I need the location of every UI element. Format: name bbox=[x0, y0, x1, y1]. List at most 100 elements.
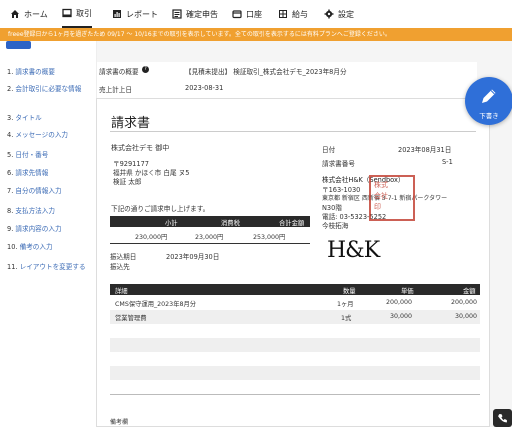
summary-header-total: 合計金額 bbox=[279, 220, 305, 227]
item-qty: 1式 bbox=[341, 315, 352, 322]
items-header-detail: 詳細 bbox=[115, 288, 128, 295]
items-header-qty: 数量 bbox=[343, 288, 356, 295]
sidebar-item-11[interactable]: 11. レイアウトを変更する bbox=[7, 262, 91, 272]
phone-support-button[interactable] bbox=[493, 409, 512, 427]
nav-accounts[interactable]: 口座 bbox=[232, 0, 262, 28]
sidebar-item-label: 請求先情報 bbox=[15, 169, 49, 177]
notes-label: 備考欄 bbox=[110, 419, 129, 426]
sidebar-item-number: 1. bbox=[7, 68, 14, 76]
tax-return-icon bbox=[172, 9, 182, 19]
items-header-price: 単価 bbox=[401, 288, 414, 295]
plan-warning-banner: freee登録日から1ヶ月を過ぎたため 09/17 〜 10/16までの取引を表… bbox=[0, 28, 512, 41]
items-header: 詳細 数量 単価 金額 bbox=[110, 284, 480, 295]
summary-values-row: 230,000円 23,000円 253,000円 bbox=[110, 229, 310, 244]
sidebar-item-label: 会計取引に必要な情報 bbox=[15, 85, 82, 93]
sidebar-item-number: 2. bbox=[7, 85, 14, 93]
plan-warning-text: freee登録日から1ヶ月を過ぎたため 09/17 〜 10/16までの取引を表… bbox=[8, 31, 391, 38]
date-label: 日付 bbox=[322, 146, 336, 154]
overview-value: 【見積未提出】 検証取引_株式会社デモ_2023年8月分 bbox=[185, 68, 347, 76]
sidebar-item-number: 6. bbox=[7, 169, 14, 177]
sidebar-item-9[interactable]: 9. 請求内容の入力 bbox=[7, 224, 91, 234]
client-name[interactable]: 株式会社デモ 御中 bbox=[111, 143, 169, 153]
nav-transactions[interactable]: 取引 bbox=[62, 0, 92, 28]
due-date-value[interactable]: 2023年09月30日 bbox=[166, 251, 219, 261]
empty-table-row[interactable] bbox=[110, 338, 480, 352]
sidebar-item-8[interactable]: 8. 支払方法入力 bbox=[7, 206, 91, 216]
sidebar-item-label: 請求内容の入力 bbox=[15, 225, 62, 233]
sidebar-item-number: 3. bbox=[7, 114, 14, 122]
draft-save-button[interactable]: 下書き bbox=[465, 77, 512, 125]
sidebar-item-label: 日付・番号 bbox=[15, 151, 49, 159]
item-amount: 200,000 bbox=[451, 299, 478, 306]
bank-label: 振込先 bbox=[110, 263, 130, 271]
summary-total-value: 253,000円 bbox=[253, 234, 286, 241]
table-row[interactable]: CMS保守運用_2023年8月分 1ヶ月 200,000 200,000 bbox=[110, 296, 480, 310]
nav-payroll[interactable]: 給与 bbox=[278, 0, 308, 28]
date-value[interactable]: 2023年08月31日 bbox=[398, 144, 451, 154]
item-detail: CMS保守運用_2023年8月分 bbox=[115, 301, 197, 308]
empty-table-row[interactable] bbox=[110, 352, 480, 366]
nav-transactions-label: 取引 bbox=[76, 8, 92, 18]
item-amount: 30,000 bbox=[455, 313, 478, 320]
sidebar-item-10[interactable]: 10. 備考の入力 bbox=[7, 242, 91, 252]
empty-table-row[interactable] bbox=[110, 324, 480, 338]
empty-table-row[interactable] bbox=[110, 380, 480, 395]
sidebar-item-number: 8. bbox=[7, 207, 14, 215]
report-icon bbox=[113, 10, 121, 18]
title-divider bbox=[110, 131, 476, 132]
phone-icon bbox=[498, 414, 507, 423]
nav-home[interactable]: ホーム bbox=[10, 0, 48, 28]
invoice-title[interactable]: 請求書 bbox=[111, 112, 150, 131]
client-contact: 検証 太郎 bbox=[113, 178, 142, 186]
summary-header-tax: 消費税 bbox=[221, 220, 240, 227]
sidebar-item-2[interactable]: 2. 会計取引に必要な情報 bbox=[7, 84, 91, 94]
item-detail: 営業管理費 bbox=[115, 315, 147, 322]
nav-tax-return[interactable]: 確定申告 bbox=[172, 0, 218, 28]
wallet-icon bbox=[232, 10, 242, 19]
summary-header: 小計 消費税 合計金額 bbox=[110, 216, 310, 227]
sidebar-item-number: 4. bbox=[7, 131, 14, 139]
sidebar-item-label: タイトル bbox=[15, 114, 42, 122]
sales-date-value: 2023-08-31 bbox=[185, 84, 224, 92]
sidebar-item-5[interactable]: 5. 日付・番号 bbox=[7, 150, 91, 160]
nav-tax-return-label: 確定申告 bbox=[186, 9, 218, 19]
item-price: 30,000 bbox=[390, 313, 413, 320]
sidebar-item-number: 7. bbox=[7, 187, 14, 195]
table-row[interactable]: 営業管理費 1式 30,000 30,000 bbox=[110, 310, 480, 324]
sidebar-item-number: 11. bbox=[7, 263, 18, 271]
nav-payroll-label: 給与 bbox=[292, 9, 308, 19]
invoice-number-value[interactable]: S-1 bbox=[442, 158, 453, 166]
gear-icon bbox=[324, 9, 334, 19]
invoice-message[interactable]: 下記の通りご請求申し上げます。 bbox=[111, 203, 209, 213]
sidebar-item-label: レイアウトを変更する bbox=[19, 263, 86, 271]
sidebar-item-number: 10. bbox=[7, 243, 18, 251]
sidebar-item-label: 請求書の概要 bbox=[15, 68, 55, 76]
sidebar-item-6[interactable]: 6. 請求先情報 bbox=[7, 168, 91, 178]
sidebar-header-button[interactable] bbox=[6, 41, 31, 49]
overview-row: 請求書の概要 ? 【見積未提出】 検証取引_株式会社デモ_2023年8月分 bbox=[97, 62, 477, 81]
sidebar-item-1[interactable]: 1. 請求書の概要 bbox=[7, 67, 91, 77]
sidebar-item-label: 支払方法入力 bbox=[15, 207, 55, 215]
company-seal-stamp: 株式 会社印 bbox=[369, 175, 415, 221]
sidebar-item-number: 9. bbox=[7, 225, 14, 233]
nav-settings[interactable]: 設定 bbox=[324, 0, 354, 28]
top-nav: ホーム 取引 レポート 確定申告 口座 給与 設定 bbox=[0, 0, 512, 29]
nav-reports[interactable]: レポート bbox=[112, 0, 158, 28]
sidebar-item-3[interactable]: 3. タイトル bbox=[7, 113, 91, 123]
overview-label: 請求書の概要 bbox=[99, 68, 139, 76]
payroll-icon bbox=[279, 10, 287, 18]
items-header-amount: 金額 bbox=[463, 288, 476, 295]
sales-date-label: 売上計上日 bbox=[99, 86, 132, 94]
sidebar-item-4[interactable]: 4. メッセージの入力 bbox=[7, 130, 91, 140]
nav-settings-label: 設定 bbox=[338, 9, 354, 19]
sidebar-item-label: メッセージの入力 bbox=[15, 131, 69, 139]
invoice-number-label: 請求書番号 bbox=[322, 160, 355, 168]
sidebar-item-7[interactable]: 7. 自分の情報入力 bbox=[7, 186, 91, 196]
sidebar-item-label: 備考の入力 bbox=[19, 243, 53, 251]
help-icon[interactable]: ? bbox=[142, 66, 149, 73]
pencil-icon bbox=[482, 89, 496, 103]
empty-table-row[interactable] bbox=[110, 366, 480, 380]
nav-reports-label: レポート bbox=[126, 9, 158, 19]
sidebar-item-number: 5. bbox=[7, 151, 14, 159]
home-icon bbox=[11, 10, 19, 18]
